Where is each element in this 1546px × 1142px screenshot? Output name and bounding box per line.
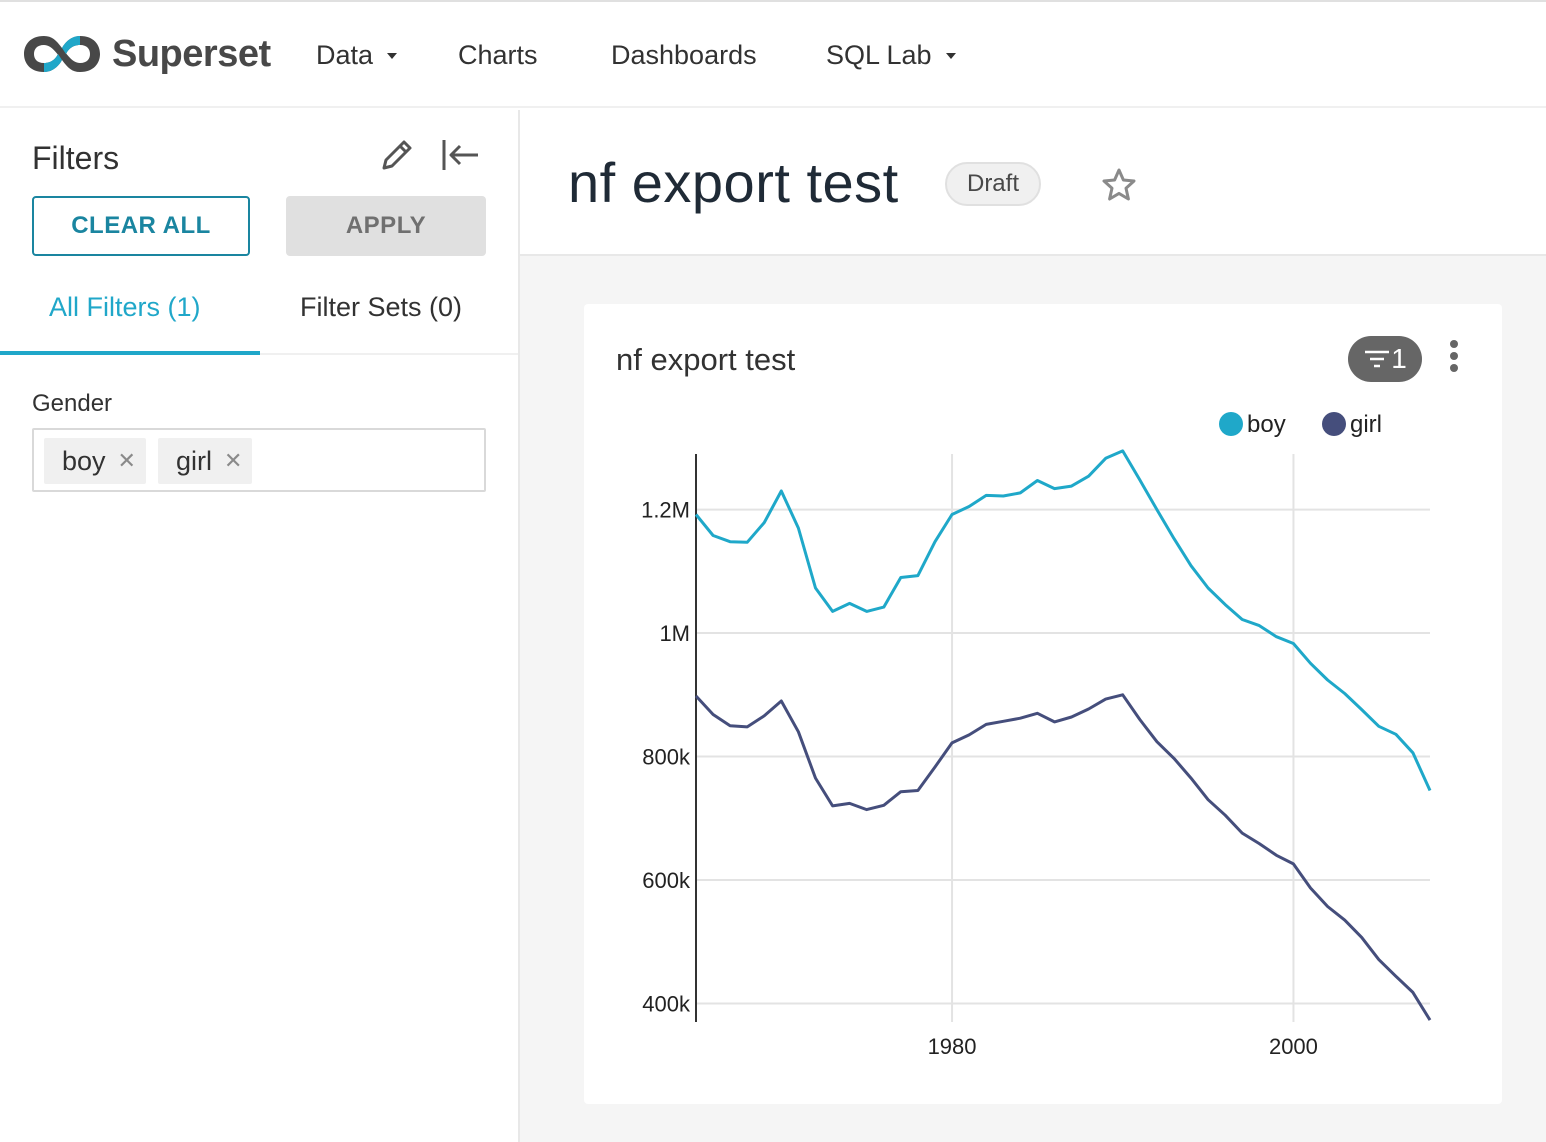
active-tab-indicator (0, 351, 260, 355)
draft-badge[interactable]: Draft (945, 162, 1041, 206)
apply-button[interactable]: APPLY (286, 196, 486, 256)
top-navbar: Superset Data Charts Dashboards SQL Lab (0, 0, 1546, 108)
filter-count: 1 (1391, 343, 1407, 374)
remove-tag-icon[interactable]: ✕ (224, 448, 242, 474)
brand-name: Superset (112, 32, 271, 75)
caret-down-icon (387, 52, 398, 59)
tab-filter-sets[interactable]: Filter Sets (0) (300, 292, 462, 323)
nav-item-label: SQL Lab (826, 40, 932, 70)
filter-sidebar: Filters CLEAR ALL APPLY All Filters (1) … (0, 110, 520, 1142)
star-icon[interactable] (1100, 166, 1138, 204)
chart-title[interactable]: nf export test (616, 342, 795, 378)
dashboard-header: nf export test Draft (520, 110, 1546, 256)
nav-item-label: Charts (458, 40, 538, 70)
filter-icon (1365, 350, 1390, 368)
nav-data-menu[interactable]: Data (316, 40, 398, 71)
pencil-icon[interactable] (376, 134, 418, 176)
series-line-girl (694, 693, 1432, 1021)
tab-all-filters[interactable]: All Filters (1) (49, 292, 201, 323)
dashboard-grid: nf export test 1 400k 600k 800k 1M 1.2M 1980 2… (520, 256, 1546, 1142)
filters-title: Filters (32, 140, 120, 176)
chart-card: nf export test 1 400k 600k 800k 1M 1.2M 1980 2… (584, 304, 1502, 1104)
series-line-boy (694, 449, 1432, 792)
clear-all-button[interactable]: CLEAR ALL (32, 196, 250, 256)
collapse-left-icon[interactable] (440, 136, 482, 174)
nav-charts-link[interactable]: Charts (458, 40, 538, 71)
filter-label-gender: Gender (32, 390, 113, 417)
y-tick-label: 1.2M (641, 498, 690, 523)
dashboard-title[interactable]: nf export test (568, 150, 899, 215)
legend-label-girl: girl (1350, 411, 1382, 438)
filter-indicator-badge[interactable]: 1 (1348, 336, 1422, 382)
x-tick-label: 1980 (928, 1034, 977, 1059)
line-chart: 400k 600k 800k 1M 1.2M 1980 2000 boy girl (641, 411, 1432, 1059)
legend-marker-boy (1219, 412, 1243, 436)
tag-label: boy (62, 445, 106, 476)
remove-tag-icon[interactable]: ✕ (118, 448, 136, 474)
selected-tag-boy: boy ✕ (44, 438, 146, 484)
caret-down-icon (945, 52, 956, 59)
nav-sqllab-menu[interactable]: SQL Lab (826, 40, 956, 71)
nav-dashboards-link[interactable]: Dashboards (611, 40, 757, 71)
brand[interactable]: Superset (20, 28, 271, 80)
y-tick-label: 800k (642, 745, 691, 770)
nav-item-label: Data (316, 40, 374, 70)
legend-marker-girl (1322, 412, 1346, 436)
y-tick-label: 400k (642, 991, 691, 1016)
more-vert-icon[interactable] (1448, 340, 1460, 376)
y-tick-label: 1M (659, 621, 690, 646)
gender-select[interactable]: boy ✕ girl ✕ (32, 428, 486, 492)
legend-label-boy: boy (1247, 411, 1286, 438)
superset-logo-icon (24, 36, 100, 72)
tag-label: girl (176, 445, 213, 476)
nav-item-label: Dashboards (611, 40, 757, 70)
x-tick-label: 2000 (1269, 1034, 1318, 1059)
y-tick-label: 600k (642, 868, 691, 893)
selected-tag-girl: girl ✕ (158, 438, 253, 484)
